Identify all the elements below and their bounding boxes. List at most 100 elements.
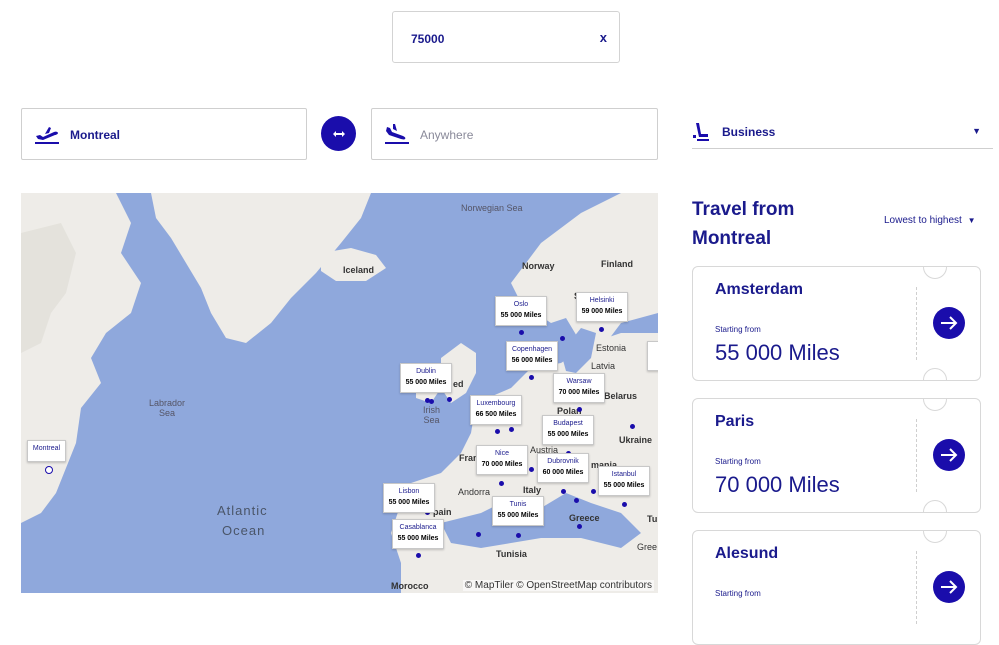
destination-field[interactable]: Anywhere xyxy=(371,108,658,160)
map-pin-warsaw[interactable]: Warsaw 70 000 Miles xyxy=(553,373,605,403)
map-dot[interactable] xyxy=(499,481,504,486)
card-starting-label: Starting from xyxy=(715,457,761,466)
map-pin-nice[interactable]: Nice 70 000 Miles xyxy=(476,445,528,475)
swap-button[interactable] xyxy=(321,116,356,151)
swap-arrows-icon xyxy=(332,130,345,137)
map-dot[interactable] xyxy=(447,397,452,402)
map-pin-copenhagen[interactable]: Copenhagen 56 000 Miles xyxy=(506,341,558,371)
map-dot[interactable] xyxy=(599,327,604,332)
ticket-notch xyxy=(923,531,947,543)
map-dot[interactable] xyxy=(429,399,434,404)
pin-city: Warsaw xyxy=(566,378,592,385)
map-pin-montreal[interactable]: Montreal xyxy=(27,440,66,462)
miles-input[interactable]: 75000 x xyxy=(392,11,620,63)
map-pin-istanbul[interactable]: Istanbul 55 000 Miles xyxy=(598,466,650,496)
ticket-divider xyxy=(916,419,917,492)
map-dot[interactable] xyxy=(630,424,635,429)
cabin-value: Business xyxy=(722,125,776,139)
pin-miles: 55 xyxy=(652,350,658,357)
map-dot[interactable] xyxy=(509,427,514,432)
map-dot[interactable] xyxy=(476,532,481,537)
card-city: Paris xyxy=(715,413,755,430)
card-starting-label: Starting from xyxy=(715,589,761,598)
card-go-button[interactable] xyxy=(933,307,965,339)
destination-card-paris[interactable]: Paris Starting from 70 000 Miles xyxy=(692,398,981,513)
map-dot[interactable] xyxy=(577,524,582,529)
cabin-select[interactable]: Business ▼ xyxy=(692,118,993,149)
pin-city: Montreal xyxy=(32,445,61,452)
pin-miles: 55 000 Miles xyxy=(603,482,645,489)
caret-down-icon: ▼ xyxy=(967,216,976,225)
origin-field[interactable]: Montreal xyxy=(21,108,307,160)
card-city: Alesund xyxy=(715,545,779,562)
plane-takeoff-icon xyxy=(35,127,59,144)
map-pin-lisbon[interactable]: Lisbon 55 000 Miles xyxy=(383,483,435,513)
map-dot[interactable] xyxy=(560,336,565,341)
pin-city: Tunis xyxy=(509,501,527,508)
pin-city: Dublin xyxy=(416,368,436,375)
map-dot[interactable] xyxy=(495,429,500,434)
map-dot[interactable] xyxy=(622,502,627,507)
page-title: Travel from Montreal xyxy=(692,199,795,249)
ticket-notch xyxy=(923,500,947,512)
map-pin-casablanca[interactable]: Casablanca 55 000 Miles xyxy=(392,519,444,549)
pin-miles: 55 000 Miles xyxy=(497,512,539,519)
map-dot[interactable] xyxy=(529,375,534,380)
pin-city: Nice xyxy=(494,450,509,457)
map-pin-luxembourg[interactable]: Luxembourg 66 500 Miles xyxy=(470,395,522,425)
map-pin-dublin[interactable]: Dublin 55 000 Miles xyxy=(400,363,452,393)
map-pin-tunis[interactable]: Tunis 55 000 Miles xyxy=(492,496,544,526)
pin-city: Dubrovnik xyxy=(547,458,579,465)
destination-card-amsterdam[interactable]: Amsterdam Starting from 55 000 Miles xyxy=(692,266,981,381)
map-dot[interactable] xyxy=(574,498,579,503)
pin-miles: 56 000 Miles xyxy=(511,357,553,364)
caret-down-icon: ▼ xyxy=(972,126,981,136)
map-dot[interactable] xyxy=(591,489,596,494)
pin-miles: 70 000 Miles xyxy=(558,389,600,396)
pin-miles: 60 000 Miles xyxy=(542,469,584,476)
pin-miles: 55 000 Miles xyxy=(500,312,542,319)
destination-card-alesund[interactable]: Alesund Starting from xyxy=(692,530,981,645)
map-dot[interactable] xyxy=(519,330,524,335)
origin-value: Montreal xyxy=(70,128,121,142)
pin-miles: 55 000 Miles xyxy=(405,379,447,386)
map-dot[interactable] xyxy=(577,407,582,412)
map-pin-offscreen[interactable]: 55 xyxy=(647,341,658,371)
montreal-dot[interactable] xyxy=(45,466,53,474)
seat-icon xyxy=(693,123,709,141)
pin-city: Helsinki xyxy=(589,297,615,304)
map-dot[interactable] xyxy=(416,553,421,558)
map-pin-dubrovnik[interactable]: Dubrovnik 60 000 Miles xyxy=(537,453,589,483)
pin-city: Budapest xyxy=(553,420,583,427)
map-pin-helsinki[interactable]: Helsinki 59 000 Miles xyxy=(576,292,628,322)
map-dot[interactable] xyxy=(561,489,566,494)
pin-miles: 55 000 Miles xyxy=(397,535,439,542)
pin-miles: 55 000 Miles xyxy=(388,499,430,506)
arrow-right-icon xyxy=(941,580,958,594)
pin-city: Copenhagen xyxy=(511,346,553,353)
plane-landing-icon xyxy=(385,124,409,144)
card-price: 70 000 Miles xyxy=(715,472,840,497)
pin-miles: 70 000 Miles xyxy=(481,461,523,468)
map-dot[interactable] xyxy=(529,467,534,472)
pin-city: Casablanca xyxy=(399,524,437,531)
arrow-right-icon xyxy=(941,316,958,330)
ticket-notch xyxy=(923,267,947,279)
card-city: Amsterdam xyxy=(715,281,804,298)
pin-city: Luxembourg xyxy=(476,400,516,407)
map-pin-oslo[interactable]: Oslo 55 000 Miles xyxy=(495,296,547,326)
pin-city: Lisbon xyxy=(398,488,420,495)
destination-map[interactable]: Norwegian Sea Iceland Norway Finland Swe… xyxy=(21,193,658,593)
sort-select[interactable]: Lowest to highest ▼ xyxy=(884,215,976,226)
sort-label: Lowest to highest xyxy=(884,215,962,226)
map-dot[interactable] xyxy=(516,533,521,538)
map-pin-budapest[interactable]: Budapest 55 000 Miles xyxy=(542,415,594,445)
pin-miles: 55 000 Miles xyxy=(547,431,589,438)
map-attribution[interactable]: © MapTiler © OpenStreetMap contributors xyxy=(462,580,654,591)
card-go-button[interactable] xyxy=(933,439,965,471)
card-price: 55 000 Miles xyxy=(715,340,840,365)
pin-city: Oslo xyxy=(513,301,529,308)
pin-miles: 59 000 Miles xyxy=(581,308,623,315)
clear-miles-button[interactable]: x xyxy=(600,30,607,45)
card-go-button[interactable] xyxy=(933,571,965,603)
